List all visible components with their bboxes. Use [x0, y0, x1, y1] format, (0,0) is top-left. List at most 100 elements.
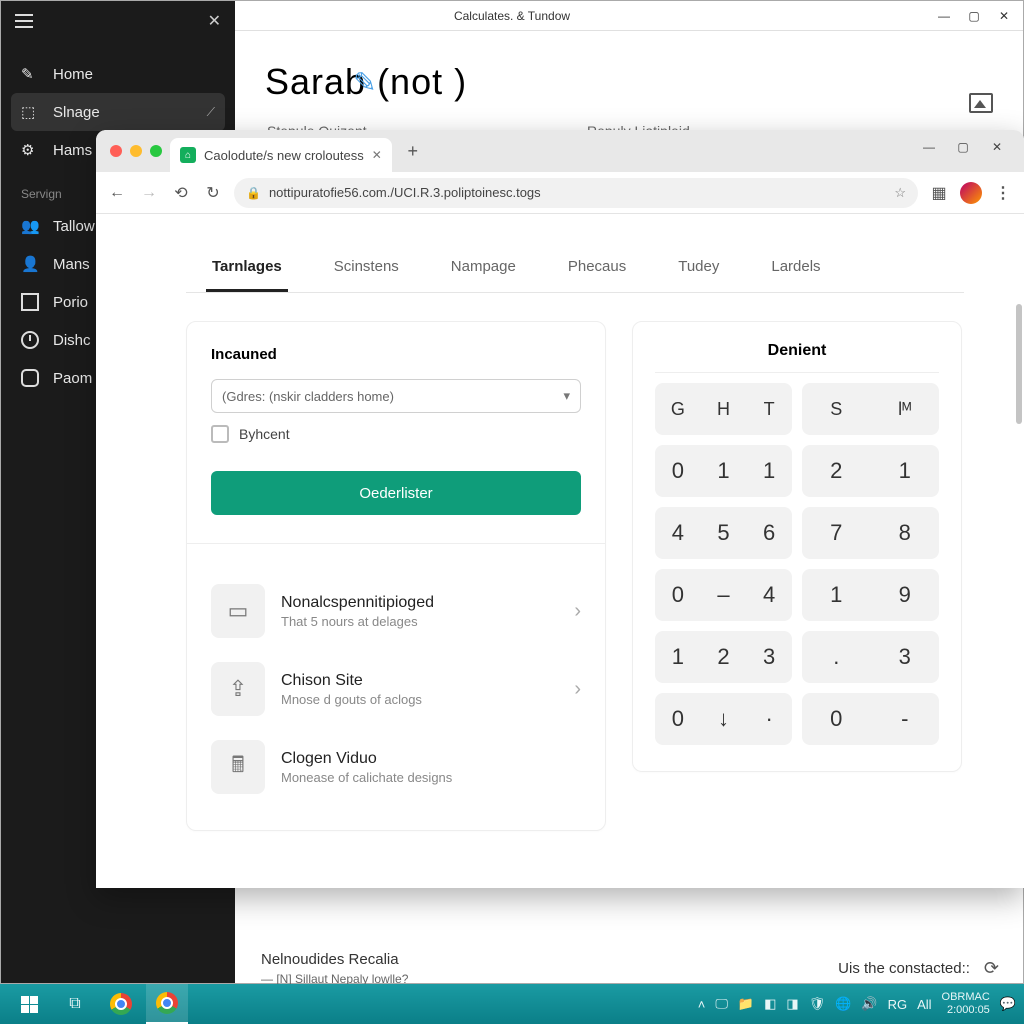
pad-key[interactable]: 78: [802, 507, 939, 559]
traffic-minimize-icon[interactable]: [130, 145, 142, 157]
pad-key[interactable]: 123: [655, 631, 792, 683]
pad-key[interactable]: 21: [802, 445, 939, 497]
tray-folder-icon[interactable]: 📁: [738, 996, 754, 1012]
pad-key[interactable]: 0-: [802, 693, 939, 745]
browser-tabstrip: ⌂ Caolodute/s new croloutess ✕ + — ▢ ✕: [96, 130, 1024, 172]
tray-monitor-icon[interactable]: 🖵: [715, 996, 728, 1012]
taskview-button[interactable]: ⧉: [54, 984, 96, 1024]
person-icon: 👤: [21, 255, 39, 273]
list-item[interactable]: ⇪ Chison Site Mnose d gouts of aclogs ›: [211, 650, 581, 728]
list-item-title: Nonalcspennitipioged: [281, 594, 434, 612]
refresh-icon[interactable]: ⟳: [984, 958, 999, 979]
divider: [187, 543, 605, 544]
address-bar-row: ← → ⟲ ↻ 🔒 nottipuratofie56.com./UCI.R.3.…: [96, 172, 1024, 214]
favicon-icon: ⌂: [180, 147, 196, 163]
scrollbar[interactable]: [1016, 304, 1022, 424]
tray-globe-icon[interactable]: 🌐: [835, 996, 851, 1012]
pad-key[interactable]: .3: [802, 631, 939, 683]
tray-app2-icon[interactable]: ◨: [786, 996, 798, 1012]
clock-icon: [21, 331, 39, 349]
pad-key[interactable]: 0↓·: [655, 693, 792, 745]
forward-button[interactable]: →: [138, 182, 160, 204]
new-tab-button[interactable]: +: [400, 138, 426, 164]
pencil-icon: ✎: [21, 65, 39, 83]
pad-key[interactable]: GHT: [655, 383, 792, 435]
list-item-sub: That 5 nours at delages: [281, 614, 434, 629]
taskbar-chrome2[interactable]: [146, 984, 188, 1024]
select-dropdown[interactable]: (Gdres: (nskir cladders home) ▾: [211, 379, 581, 413]
bottom-title: Nelnoudides Recalia: [261, 951, 408, 968]
pad-key[interactable]: Slᴹ: [802, 383, 939, 435]
select-value: (Gdres: (nskir cladders home): [222, 389, 394, 404]
hamburger-icon[interactable]: [15, 14, 33, 28]
reload-button[interactable]: ⟲: [170, 182, 192, 204]
extension-icon[interactable]: ▦: [928, 182, 950, 204]
sidebar-top: ✕: [1, 1, 235, 41]
checkbox-row[interactable]: Byhcent: [211, 425, 581, 443]
taskbar: ⧉ ˄ 🖵 📁 ◧ ◨ 🛡 🌐 🔊 RG All OBRMAC 2:000:05…: [0, 984, 1024, 1024]
traffic-zoom-icon[interactable]: [150, 145, 162, 157]
image-icon[interactable]: [969, 93, 993, 113]
tray-time: 2:000:05: [942, 1004, 990, 1017]
tray-chevron-icon[interactable]: ˄: [698, 997, 706, 1012]
address-bar[interactable]: 🔒 nottipuratofie56.com./UCI.R.3.poliptoi…: [234, 178, 918, 208]
close-icon[interactable]: ✕: [208, 11, 221, 31]
pad-key[interactable]: 0–4: [655, 569, 792, 621]
minimize-button[interactable]: —: [929, 1, 959, 31]
tray-clock[interactable]: OBRMAC 2:000:05: [942, 991, 990, 1017]
tray-volume-icon[interactable]: 🔊: [861, 996, 877, 1012]
sidebar-item-slnage[interactable]: ⬚ Slnage ⟋: [11, 93, 225, 131]
tab-phecaus[interactable]: Phecaus: [562, 244, 632, 292]
traffic-close-icon[interactable]: [110, 145, 122, 157]
pin-icon: ⟋: [207, 105, 215, 120]
kebab-menu-icon[interactable]: ⋮: [992, 182, 1014, 204]
sidebar-item-label: Hams: [53, 142, 92, 159]
browser-tab[interactable]: ⌂ Caolodute/s new croloutess ✕: [170, 138, 392, 172]
lock-icon: 🔒: [246, 186, 261, 200]
tab-close-icon[interactable]: ✕: [372, 148, 382, 162]
page-heading: Sarab (not ) ✎: [265, 61, 993, 103]
profile-avatar[interactable]: [960, 182, 982, 204]
checkbox-icon[interactable]: [211, 425, 229, 443]
left-panel-title: Incauned: [211, 346, 581, 363]
bgwin-window-controls: — ▢ ✕: [929, 1, 1019, 31]
tab-scinstens[interactable]: Scinstens: [328, 244, 405, 292]
people-icon: 👥: [21, 217, 39, 235]
pad-key[interactable]: 011: [655, 445, 792, 497]
pad-key[interactable]: 456: [655, 507, 792, 559]
tray-notification-icon[interactable]: 💬: [1000, 996, 1016, 1012]
sidebar-item-label: Mans: [53, 256, 90, 273]
maximize-button[interactable]: ▢: [959, 1, 989, 31]
bookmark-icon[interactable]: ☆: [894, 185, 906, 201]
back-button[interactable]: ←: [106, 182, 128, 204]
list-item[interactable]: 🖩 Clogen Viduo Monease of calichate desi…: [211, 728, 581, 806]
tab-tarnlages[interactable]: Tarnlages: [206, 244, 288, 292]
tray-lang2[interactable]: All: [917, 997, 931, 1012]
sidebar-item-label: Slnage: [53, 104, 100, 121]
keypad-panel: Denient GHT Slᴹ 011 21 456 78 0–4 19 123…: [632, 321, 962, 772]
minimize-button[interactable]: —: [912, 136, 946, 158]
close-button[interactable]: ✕: [980, 136, 1014, 158]
tab-tudey[interactable]: Tudey: [672, 244, 725, 292]
primary-button[interactable]: Oederlister: [211, 471, 581, 515]
tab-nampage[interactable]: Nampage: [445, 244, 522, 292]
tray-label: OBRMAC: [942, 991, 990, 1004]
pad-key[interactable]: 19: [802, 569, 939, 621]
list-item[interactable]: ▭ Nonalcspennitipioged That 5 nours at d…: [211, 572, 581, 650]
tray-app1-icon[interactable]: ◧: [764, 996, 776, 1012]
maximize-button[interactable]: ▢: [946, 136, 980, 158]
list-item-title: Clogen Viduo: [281, 750, 452, 768]
mic-icon: [21, 369, 39, 387]
edit-icon[interactable]: ✎: [353, 66, 377, 99]
taskbar-chrome1[interactable]: [100, 984, 142, 1024]
reload-alt-button[interactable]: ↻: [202, 182, 224, 204]
start-button[interactable]: [8, 984, 50, 1024]
tab-lardels[interactable]: Lardels: [765, 244, 826, 292]
close-button[interactable]: ✕: [989, 1, 1019, 31]
page-tabs: Tarnlages Scinstens Nampage Phecaus Tude…: [186, 244, 964, 293]
tray-shield-icon[interactable]: 🛡: [809, 996, 826, 1012]
sidebar-item-home[interactable]: ✎ Home: [1, 55, 235, 93]
tab-title: Caolodute/s new croloutess: [204, 148, 364, 163]
system-tray: ˄ 🖵 📁 ◧ ◨ 🛡 🌐 🔊 RG All OBRMAC 2:000:05 💬: [698, 991, 1016, 1017]
tray-lang1[interactable]: RG: [888, 997, 908, 1012]
